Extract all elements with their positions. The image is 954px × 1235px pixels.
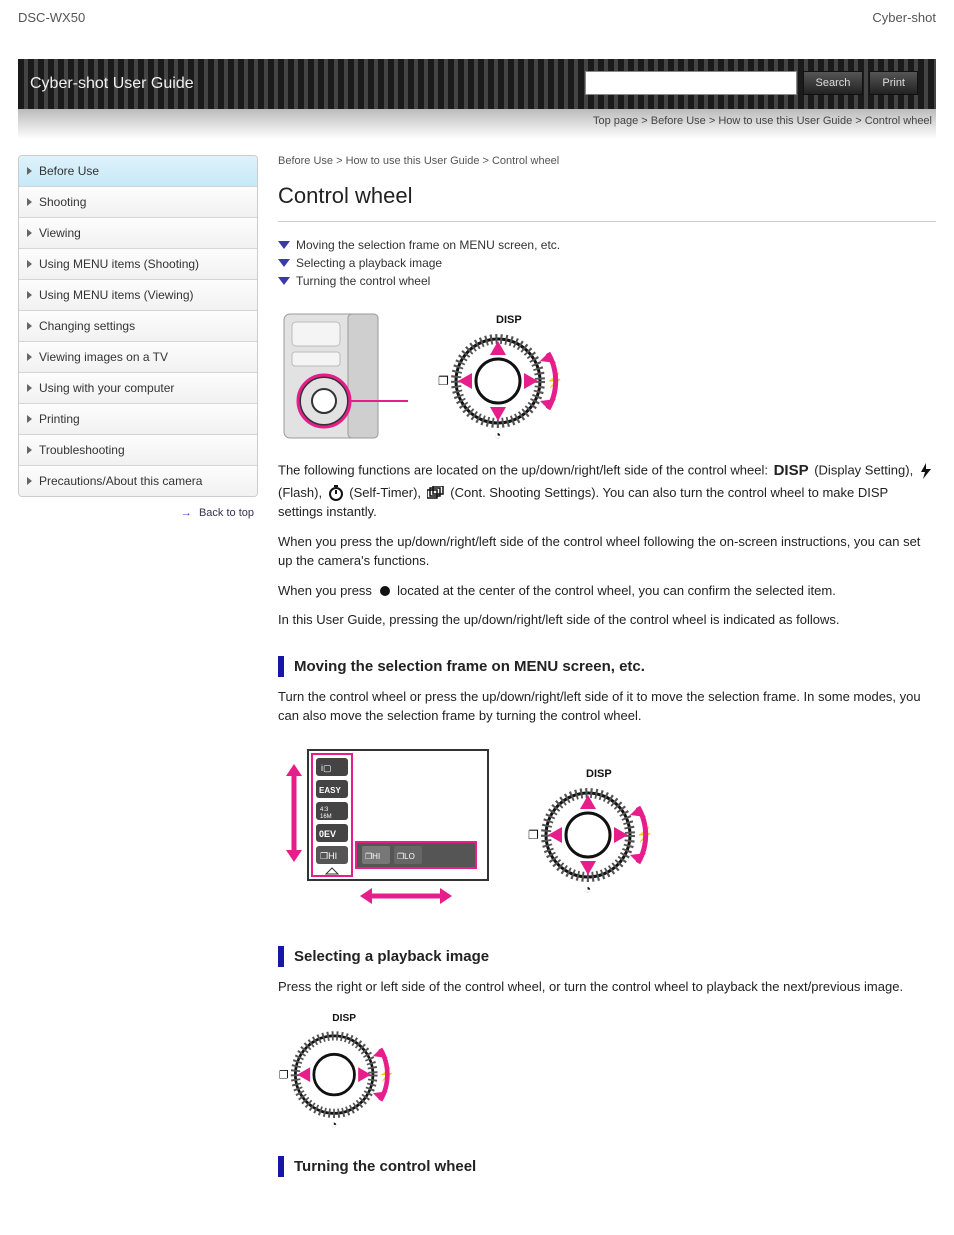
- breadcrumb-bar: Top page > Before Use > How to use this …: [18, 109, 936, 139]
- nav-item-tv[interactable]: Viewing images on a TV: [19, 342, 257, 373]
- self-timer-icon: [328, 485, 344, 501]
- continuous-shooting-icon: [427, 486, 445, 500]
- center-dot-icon: [378, 584, 392, 598]
- nav-label: Printing: [39, 412, 80, 426]
- nav-item-shooting[interactable]: Shooting: [19, 187, 257, 218]
- nav-label: Troubleshooting: [39, 443, 125, 457]
- search-input[interactable]: [585, 71, 797, 95]
- svg-text:❐HI: ❐HI: [365, 852, 380, 861]
- control-wheel-illustration: DISP ❐ ⚡ ◔: [518, 765, 668, 895]
- disp-text-icon: DISP: [774, 460, 809, 483]
- svg-text:4:3: 4:3: [320, 807, 329, 813]
- svg-text:❐HI: ❐HI: [320, 851, 337, 861]
- nav-item-precautions[interactable]: Precautions/About this camera: [19, 466, 257, 496]
- nav-label: Using with your computer: [39, 381, 174, 395]
- svg-text:DISP: DISP: [586, 768, 612, 780]
- center-button-paragraph: When you press located at the center of …: [278, 581, 936, 601]
- brand-name: Cyber-shot: [872, 10, 936, 25]
- svg-text:◔: ◔: [494, 428, 501, 441]
- menu-move-illustration: i▢ EASY 4:316M 0EV ❐HI ❐HI ❐LO: [278, 740, 936, 920]
- menu-screen-illustration: i▢ EASY 4:316M 0EV ❐HI ❐HI ❐LO: [278, 740, 498, 920]
- anchor-link[interactable]: Turning the control wheel: [278, 274, 936, 288]
- site-title: Cyber-shot User Guide: [30, 59, 194, 109]
- chevron-right-icon: [27, 291, 32, 299]
- chevron-right-icon: [27, 415, 32, 423]
- nav-label: Using MENU items (Viewing): [39, 288, 193, 302]
- model-number: DSC-WX50: [18, 10, 85, 25]
- svg-text:EASY: EASY: [319, 786, 341, 795]
- playback-wheel-illustration: DISP ❐ ⚡ ◔: [278, 1010, 936, 1130]
- chevron-right-icon: [27, 353, 32, 361]
- nav-item-troubleshooting[interactable]: Troubleshooting: [19, 435, 257, 466]
- control-wheel-illustration: DISP ❐ ⚡ ◔: [428, 311, 578, 441]
- svg-text:DISP: DISP: [332, 1013, 356, 1024]
- svg-text:i▢: i▢: [321, 763, 332, 773]
- anchor-link[interactable]: Selecting a playback image: [278, 256, 936, 270]
- chevron-right-icon: [27, 322, 32, 330]
- menu-paragraph: Turn the control wheel or press the up/d…: [278, 687, 936, 726]
- nav-item-computer[interactable]: Using with your computer: [19, 373, 257, 404]
- page-title: Control wheel: [278, 183, 936, 209]
- svg-text:❐LO: ❐LO: [397, 852, 415, 861]
- press-directions-paragraph: When you press the up/down/right/left si…: [278, 532, 936, 571]
- header: Cyber-shot User Guide Search Print: [18, 59, 936, 109]
- camera-wheel-illustration: DISP ❐ ⚡ ◔: [278, 306, 936, 446]
- print-button[interactable]: Print: [869, 71, 918, 95]
- sidebar: Before Use Shooting Viewing Using MENU i…: [18, 155, 258, 1187]
- svg-text:0EV: 0EV: [319, 829, 336, 839]
- flash-icon: [919, 463, 933, 479]
- notation-paragraph: In this User Guide, pressing the up/down…: [278, 610, 936, 630]
- top-breadcrumb[interactable]: Top page > Before Use > How to use this …: [593, 115, 932, 127]
- nav-label: Changing settings: [39, 319, 135, 333]
- nav: Before Use Shooting Viewing Using MENU i…: [18, 155, 258, 497]
- nav-item-before-use[interactable]: Before Use: [19, 156, 257, 187]
- playback-paragraph: Press the right or left side of the cont…: [278, 977, 936, 997]
- svg-text:16M: 16M: [320, 814, 332, 820]
- breadcrumb: Before Use > How to use this User Guide …: [278, 155, 936, 167]
- nav-item-menu-viewing[interactable]: Using MENU items (Viewing): [19, 280, 257, 311]
- intro-paragraph: The following functions are located on t…: [278, 460, 936, 522]
- nav-item-viewing[interactable]: Viewing: [19, 218, 257, 249]
- search-button[interactable]: Search: [803, 71, 864, 95]
- nav-label: Shooting: [39, 195, 86, 209]
- arrow-right-icon: →: [181, 507, 192, 519]
- back-to-top-label: Back to top: [199, 507, 254, 519]
- main-content: Before Use > How to use this User Guide …: [278, 155, 936, 1187]
- anchor-link[interactable]: Moving the selection frame on MENU scree…: [278, 238, 936, 252]
- svg-text:❐: ❐: [528, 828, 539, 842]
- back-to-top[interactable]: → Back to top: [18, 497, 258, 529]
- nav-label: Using MENU items (Shooting): [39, 257, 199, 271]
- control-wheel-illustration: DISP ❐ ⚡ ◔: [278, 1010, 418, 1130]
- chevron-right-icon: [27, 167, 32, 175]
- header-controls: Search Print: [585, 71, 918, 95]
- nav-item-printing[interactable]: Printing: [19, 404, 257, 435]
- chevron-right-icon: [27, 198, 32, 206]
- section-heading-menu: Moving the selection frame on MENU scree…: [278, 656, 936, 677]
- nav-label: Viewing: [39, 226, 81, 240]
- svg-text:❐: ❐: [279, 1069, 289, 1081]
- section-heading-playback: Selecting a playback image: [278, 946, 936, 967]
- chevron-right-icon: [27, 260, 32, 268]
- preheader: DSC-WX50 Cyber-shot: [0, 0, 954, 59]
- svg-text:❐: ❐: [438, 374, 449, 388]
- svg-text:◔: ◔: [330, 1119, 337, 1130]
- chevron-right-icon: [27, 446, 32, 454]
- svg-text:◔: ◔: [584, 882, 591, 895]
- chevron-right-icon: [27, 229, 32, 237]
- nav-label: Precautions/About this camera: [39, 474, 202, 488]
- divider: [278, 221, 936, 222]
- svg-text:DISP: DISP: [496, 314, 522, 326]
- nav-item-menu-shooting[interactable]: Using MENU items (Shooting): [19, 249, 257, 280]
- chevron-right-icon: [27, 477, 32, 485]
- nav-item-settings[interactable]: Changing settings: [19, 311, 257, 342]
- chevron-right-icon: [27, 384, 32, 392]
- anchor-links: Moving the selection frame on MENU scree…: [278, 238, 936, 288]
- camera-back-illustration: [278, 306, 408, 446]
- section-heading-turning: Turning the control wheel: [278, 1156, 936, 1177]
- nav-label: Viewing images on a TV: [39, 350, 168, 364]
- nav-label: Before Use: [39, 164, 99, 178]
